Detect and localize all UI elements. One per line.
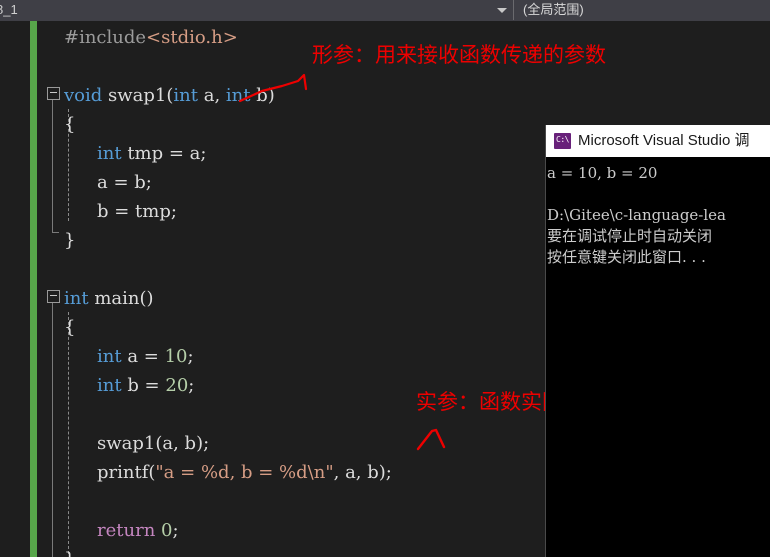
- block-guide-main: [52, 303, 53, 557]
- console-line: a = 10, b = 20: [547, 164, 658, 182]
- code-token: int: [97, 346, 122, 367]
- code-line: {: [64, 313, 75, 342]
- code-line: b = tmp;: [97, 197, 177, 226]
- indent-guide-main: [68, 312, 69, 554]
- code-line: }: [64, 226, 75, 255]
- code-token: {: [64, 114, 76, 135]
- console-window[interactable]: C:\ Microsoft Visual Studio 调 a = 10, b …: [545, 125, 770, 557]
- code-token: printf(: [97, 462, 156, 483]
- code-token: int: [97, 375, 122, 396]
- code-token: swap1(: [102, 85, 174, 106]
- code-line: printf("a = %d, b = %d\n", a, b);: [97, 458, 392, 487]
- code-line: int tmp = a;: [97, 139, 206, 168]
- console-title-label: Microsoft Visual Studio 调: [578, 132, 750, 149]
- fold-toggle-swap1[interactable]: [47, 87, 60, 100]
- code-token: }: [64, 549, 75, 557]
- code-token: <stdio.h>: [146, 27, 238, 48]
- fold-toggle-main[interactable]: [47, 290, 60, 303]
- code-token: ;: [188, 375, 195, 396]
- code-token: {: [64, 317, 76, 338]
- scope-dropdown-left[interactable]: 8_1: [0, 0, 513, 20]
- code-token: main(): [88, 288, 154, 309]
- code-token: 20: [165, 375, 189, 396]
- unsaved-changes-bar: [30, 21, 37, 557]
- scope-left-label: 8_1: [0, 2, 18, 17]
- code-token: "a = %d, b = %d\n": [155, 462, 334, 483]
- code-token: , a, b);: [333, 462, 392, 483]
- code-token: }: [64, 230, 76, 251]
- code-token: swap1(a, b);: [97, 433, 210, 454]
- code-line: int b = 20;: [97, 371, 194, 400]
- editor-gutter: [0, 21, 30, 557]
- code-token: return: [97, 520, 156, 541]
- code-token: #include: [64, 27, 147, 48]
- console-window-icon: C:\: [554, 133, 571, 149]
- console-title-bar[interactable]: C:\ Microsoft Visual Studio 调: [546, 125, 770, 157]
- chevron-down-icon[interactable]: [497, 8, 507, 13]
- code-token: a = b;: [97, 172, 152, 193]
- navigation-bar: 8_1 (全局范围): [0, 0, 770, 21]
- formal-param-arrow-icon: [238, 73, 308, 103]
- code-line: int a = 10;: [97, 342, 194, 371]
- code-token: 10: [164, 346, 188, 367]
- scope-right-label: (全局范围): [523, 2, 584, 17]
- code-token: ;: [187, 346, 194, 367]
- block-guide-swap1-end: [52, 232, 59, 233]
- block-guide-swap1: [52, 100, 53, 232]
- code-token: int: [64, 288, 89, 309]
- code-line: swap1(a, b);: [97, 429, 209, 458]
- annotation-formal-param: 形参：用来接收函数传递的参数: [312, 43, 606, 67]
- code-token: int: [97, 143, 122, 164]
- code-token: b =: [121, 375, 166, 396]
- scope-dropdown-right[interactable]: (全局范围): [514, 0, 770, 20]
- code-line: {: [64, 110, 75, 139]
- actual-param-caret-icon: [416, 428, 446, 451]
- code-token: tmp = a;: [121, 143, 207, 164]
- code-token: int: [173, 85, 198, 106]
- code-line: a = b;: [97, 168, 152, 197]
- vs-code-editor-window: 8_1 (全局范围) #include<stdio.h>void swap1(i…: [0, 0, 770, 557]
- code-line: #include<stdio.h>: [64, 23, 238, 52]
- console-line: 按任意键关闭此窗口. . .: [547, 248, 706, 266]
- code-token: b = tmp;: [97, 201, 177, 222]
- console-line: D:\Gitee\c-language-lea: [547, 206, 726, 224]
- code-token: ;: [172, 520, 179, 541]
- code-token: a =: [121, 346, 165, 367]
- console-output: a = 10, b = 20 D:\Gitee\c-language-lea 要在调…: [546, 157, 770, 557]
- console-line: 要在调试停止时自动关闭: [547, 227, 713, 245]
- code-line: return 0;: [97, 516, 179, 545]
- code-line: int main(): [64, 284, 154, 313]
- code-line: }: [64, 545, 75, 557]
- code-token: 0: [161, 520, 173, 541]
- console-icon-label: C:\: [556, 135, 569, 144]
- code-token: void: [64, 85, 103, 106]
